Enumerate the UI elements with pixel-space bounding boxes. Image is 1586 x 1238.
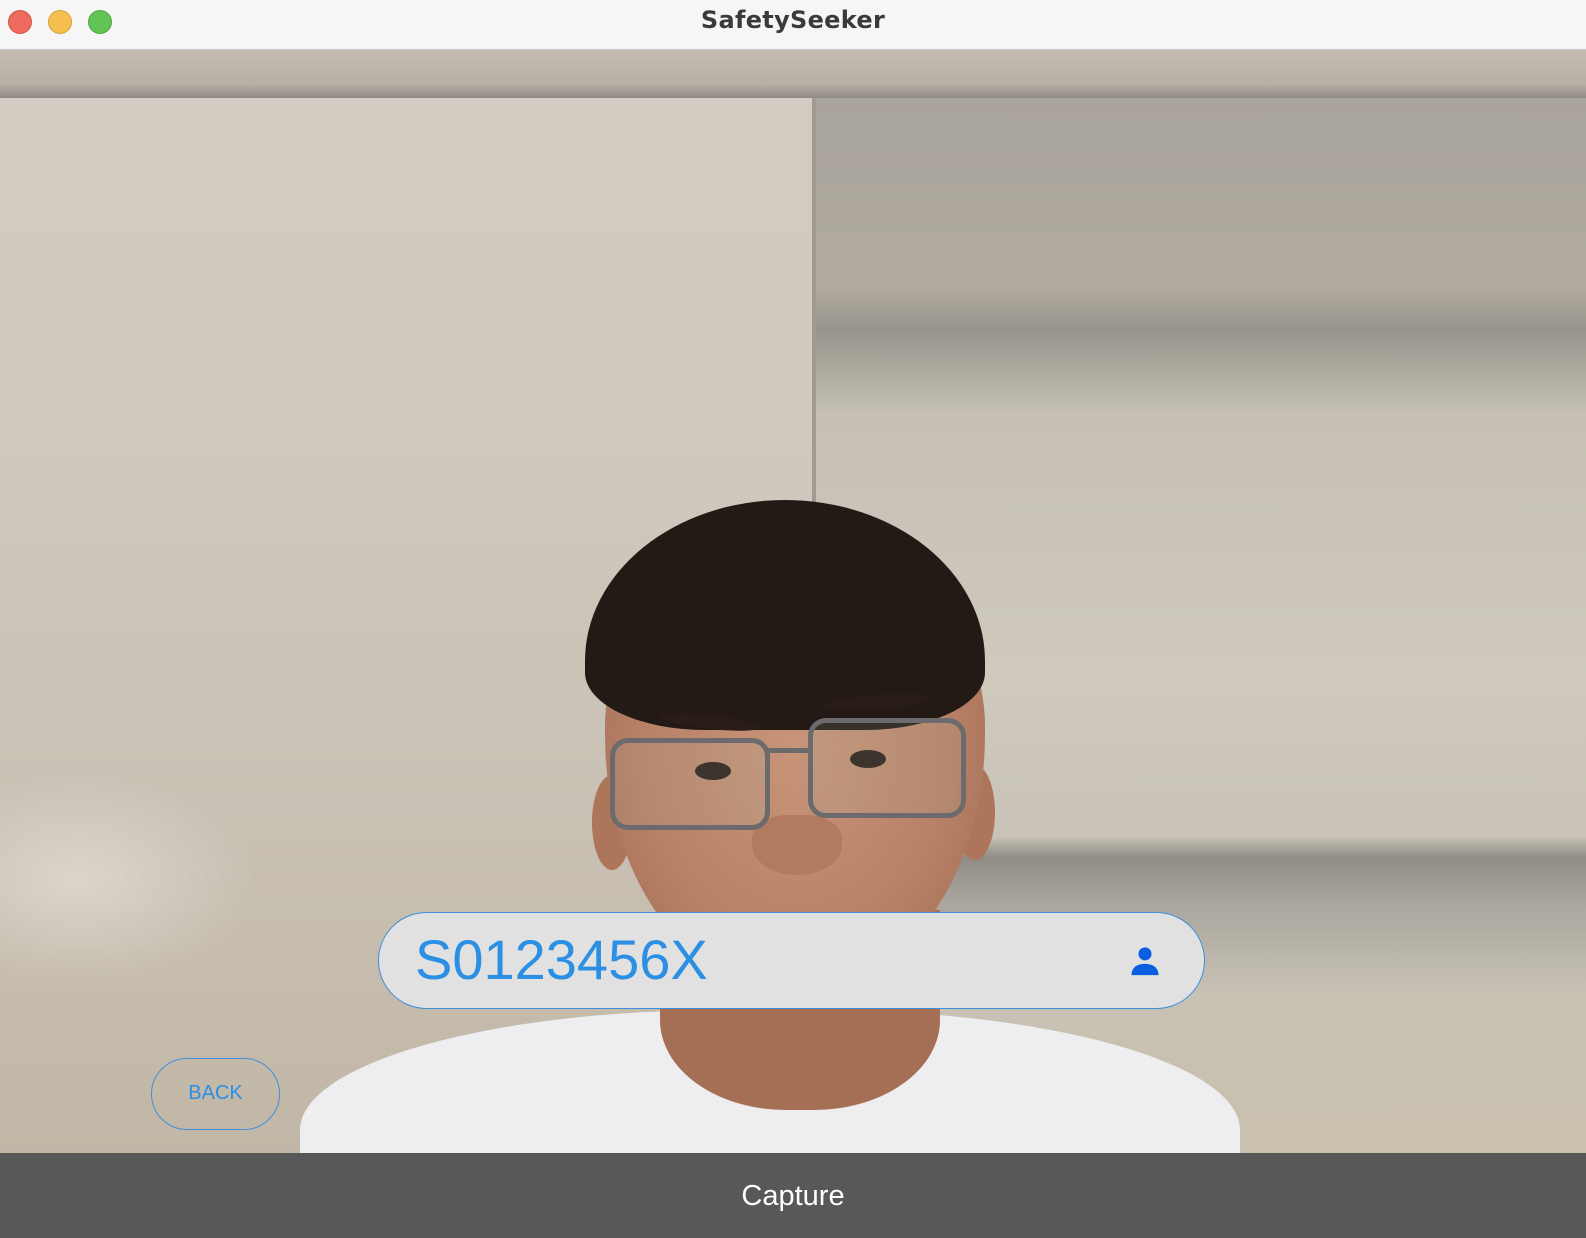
glasses-right-lens	[808, 718, 966, 818]
glasses-left-lens	[610, 738, 770, 830]
user-icon	[1131, 947, 1159, 976]
id-number-field[interactable]: S0123456X	[378, 912, 1205, 1009]
capture-button[interactable]: Capture	[0, 1153, 1586, 1238]
id-number-value[interactable]: S0123456X	[415, 927, 708, 993]
background-ceiling	[0, 50, 1586, 98]
glasses-bridge	[768, 748, 810, 753]
app-window: SafetySeeker S0123456X BACK Capture	[0, 0, 1586, 1238]
person-nose	[752, 815, 842, 875]
title-bar: SafetySeeker	[0, 0, 1586, 50]
back-button[interactable]: BACK	[151, 1058, 280, 1130]
background-glare	[0, 770, 260, 990]
window-title: SafetySeeker	[700, 6, 886, 34]
